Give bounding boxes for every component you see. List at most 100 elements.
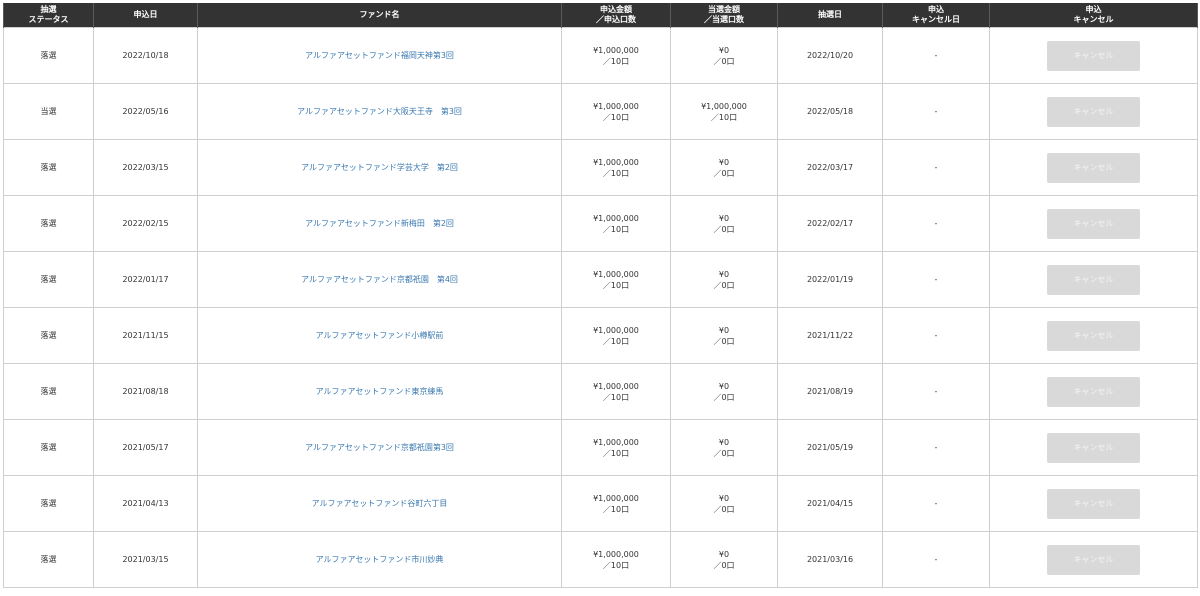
fund-name-link[interactable]: アルファアセットファンド京都祇園 第4回 <box>301 275 458 284</box>
apply-date-cell: 2022/03/15 <box>93 139 198 196</box>
table-row: 落選 2021/05/17 アルファアセットファンド京都祇園第3回 ¥1,000,00… <box>3 419 1198 476</box>
lottery-date-cell: 2021/05/19 <box>777 419 883 476</box>
cancel-button[interactable]: キャンセル <box>1047 264 1140 295</box>
header-cancel-line1: 申込 <box>1085 5 1102 14</box>
apply-date: 2021/11/15 <box>122 331 169 340</box>
header-win-amount-line2: ／当選口数 <box>704 15 744 24</box>
table-row: 当選 2022/05/16 アルファアセットファンド大阪天王寺 第3回 ¥1,000,… <box>3 83 1198 140</box>
cancel-button[interactable]: キャンセル <box>1047 96 1140 127</box>
fund-name-link[interactable]: アルファアセットファンド新梅田 第2回 <box>305 219 454 228</box>
header-fund-name: ファンド名 <box>197 3 562 28</box>
apply-date: 2022/10/18 <box>122 51 169 60</box>
cancel-button[interactable]: キャンセル <box>1047 40 1140 71</box>
win-amount-cell: ¥0 ／0口 <box>670 307 778 364</box>
fund-name-link[interactable]: アルファアセットファンド谷町六丁目 <box>312 499 448 508</box>
apply-date: 2022/02/15 <box>122 219 169 228</box>
win-amount-cell: ¥0 ／0口 <box>670 475 778 532</box>
cancel-button[interactable]: キャンセル <box>1047 376 1140 407</box>
cancel-button[interactable]: キャンセル <box>1047 432 1140 463</box>
application-history: 抽選 ステータス 申込日 ファンド名 申込金額 ／申込口数 当選金額 ／当選口数 抽選… <box>3 3 1198 588</box>
fund-name-link[interactable]: アルファアセットファンド大阪天王寺 第3回 <box>297 107 462 116</box>
table-header-row: 抽選 ステータス 申込日 ファンド名 申込金額 ／申込口数 当選金額 ／当選口数 抽選… <box>3 3 1198 28</box>
lottery-date: 2021/03/16 <box>806 555 854 564</box>
apply-units: ／10口 <box>602 336 630 346</box>
table-row: 落選 2021/08/18 アルファアセットファンド東京練馬 ¥1,000,000 ／1… <box>3 363 1198 420</box>
cancel-date: - <box>934 163 938 172</box>
apply-date-cell: 2022/01/17 <box>93 251 198 308</box>
apply-amount: ¥1,000,000 <box>593 157 639 167</box>
lottery-date: 2021/08/19 <box>806 387 854 396</box>
cancel-date-cell: - <box>882 307 990 364</box>
win-amount-cell: ¥0 ／0口 <box>670 251 778 308</box>
header-status: 抽選 ステータス <box>3 3 94 28</box>
fund-name-link[interactable]: アルファアセットファンド京都祇園第3回 <box>305 443 454 452</box>
status-cell: 落選 <box>3 307 94 364</box>
cancel-date-cell: - <box>882 419 990 476</box>
apply-date: 2022/03/15 <box>122 163 169 172</box>
table-row: 落選 2022/01/17 アルファアセットファンド京都祇園 第4回 ¥1,000,0… <box>3 251 1198 308</box>
win-amount: ¥0 <box>718 325 730 335</box>
apply-date: 2021/08/18 <box>122 387 169 396</box>
apply-amount: ¥1,000,000 <box>593 45 639 55</box>
header-cancel-date: 申込 キャンセル日 <box>882 3 990 28</box>
cancel-date-cell: - <box>882 27 990 84</box>
win-units: ／0口 <box>713 56 735 66</box>
header-apply-amount-line1: 申込金額 <box>600 5 632 14</box>
cancel-date: - <box>934 219 938 228</box>
fund-name-cell: アルファアセットファンド市川妙典 <box>197 531 562 588</box>
win-amount-cell: ¥0 ／0口 <box>670 27 778 84</box>
apply-amount: ¥1,000,000 <box>593 493 639 503</box>
win-units: ／0口 <box>713 392 735 402</box>
apply-units: ／10口 <box>602 448 630 458</box>
cancel-date-cell: - <box>882 251 990 308</box>
header-status-line1: 抽選 <box>40 5 57 14</box>
cancel-date: - <box>934 275 938 284</box>
cancel-button[interactable]: キャンセル <box>1047 544 1140 575</box>
cancel-date: - <box>934 51 938 60</box>
apply-date-cell: 2022/05/16 <box>93 83 198 140</box>
win-amount-cell: ¥0 ／0口 <box>670 419 778 476</box>
fund-name-cell: アルファアセットファンド東京練馬 <box>197 363 562 420</box>
win-units: ／0口 <box>713 448 735 458</box>
apply-date: 2021/05/17 <box>122 443 169 452</box>
apply-units: ／10口 <box>602 56 630 66</box>
apply-amount-cell: ¥1,000,000 ／10口 <box>561 251 671 308</box>
apply-amount-cell: ¥1,000,000 ／10口 <box>561 363 671 420</box>
table-row: 落選 2021/11/15 アルファアセットファンド小樽駅前 ¥1,000,000 ／1… <box>3 307 1198 364</box>
win-amount: ¥1,000,000 <box>701 101 747 111</box>
win-amount: ¥0 <box>718 45 730 55</box>
cancel-button[interactable]: キャンセル <box>1047 488 1140 519</box>
win-units: ／0口 <box>713 336 735 346</box>
fund-name-link[interactable]: アルファアセットファンド福岡天神第3回 <box>305 51 454 60</box>
lottery-date: 2021/04/15 <box>806 499 854 508</box>
status-cell: 落選 <box>3 419 94 476</box>
fund-name-link[interactable]: アルファアセットファンド学芸大学 第2回 <box>301 163 458 172</box>
win-amount: ¥0 <box>718 493 730 503</box>
header-fund-name-label: ファンド名 <box>359 10 400 19</box>
fund-name-link[interactable]: アルファアセットファンド小樽駅前 <box>316 331 444 340</box>
cancel-button[interactable]: キャンセル <box>1047 320 1140 351</box>
apply-units: ／10口 <box>602 224 630 234</box>
cancel-button[interactable]: キャンセル <box>1047 152 1140 183</box>
status-cell: 落選 <box>3 363 94 420</box>
lottery-date: 2022/10/20 <box>806 51 854 60</box>
table-row: 落選 2022/03/15 アルファアセットファンド学芸大学 第2回 ¥1,000,0… <box>3 139 1198 196</box>
lottery-date: 2021/11/22 <box>806 331 854 340</box>
lottery-status: 落選 <box>40 443 57 452</box>
apply-date-cell: 2021/03/15 <box>93 531 198 588</box>
apply-units: ／10口 <box>602 504 630 514</box>
cancel-button[interactable]: キャンセル <box>1047 208 1140 239</box>
fund-name-cell: アルファアセットファンド谷町六丁目 <box>197 475 562 532</box>
cancel-action-cell: キャンセル <box>989 83 1198 140</box>
fund-name-cell: アルファアセットファンド学芸大学 第2回 <box>197 139 562 196</box>
cancel-action-cell: キャンセル <box>989 27 1198 84</box>
fund-name-link[interactable]: アルファアセットファンド市川妙典 <box>316 555 444 564</box>
table-row: 落選 2022/02/15 アルファアセットファンド新梅田 第2回 ¥1,000,00… <box>3 195 1198 252</box>
fund-name-link[interactable]: アルファアセットファンド東京練馬 <box>316 387 444 396</box>
fund-name-cell: アルファアセットファンド小樽駅前 <box>197 307 562 364</box>
lottery-date: 2022/02/17 <box>806 219 854 228</box>
win-amount-cell: ¥0 ／0口 <box>670 531 778 588</box>
cancel-action-cell: キャンセル <box>989 251 1198 308</box>
apply-units: ／10口 <box>602 280 630 290</box>
apply-amount-cell: ¥1,000,000 ／10口 <box>561 475 671 532</box>
